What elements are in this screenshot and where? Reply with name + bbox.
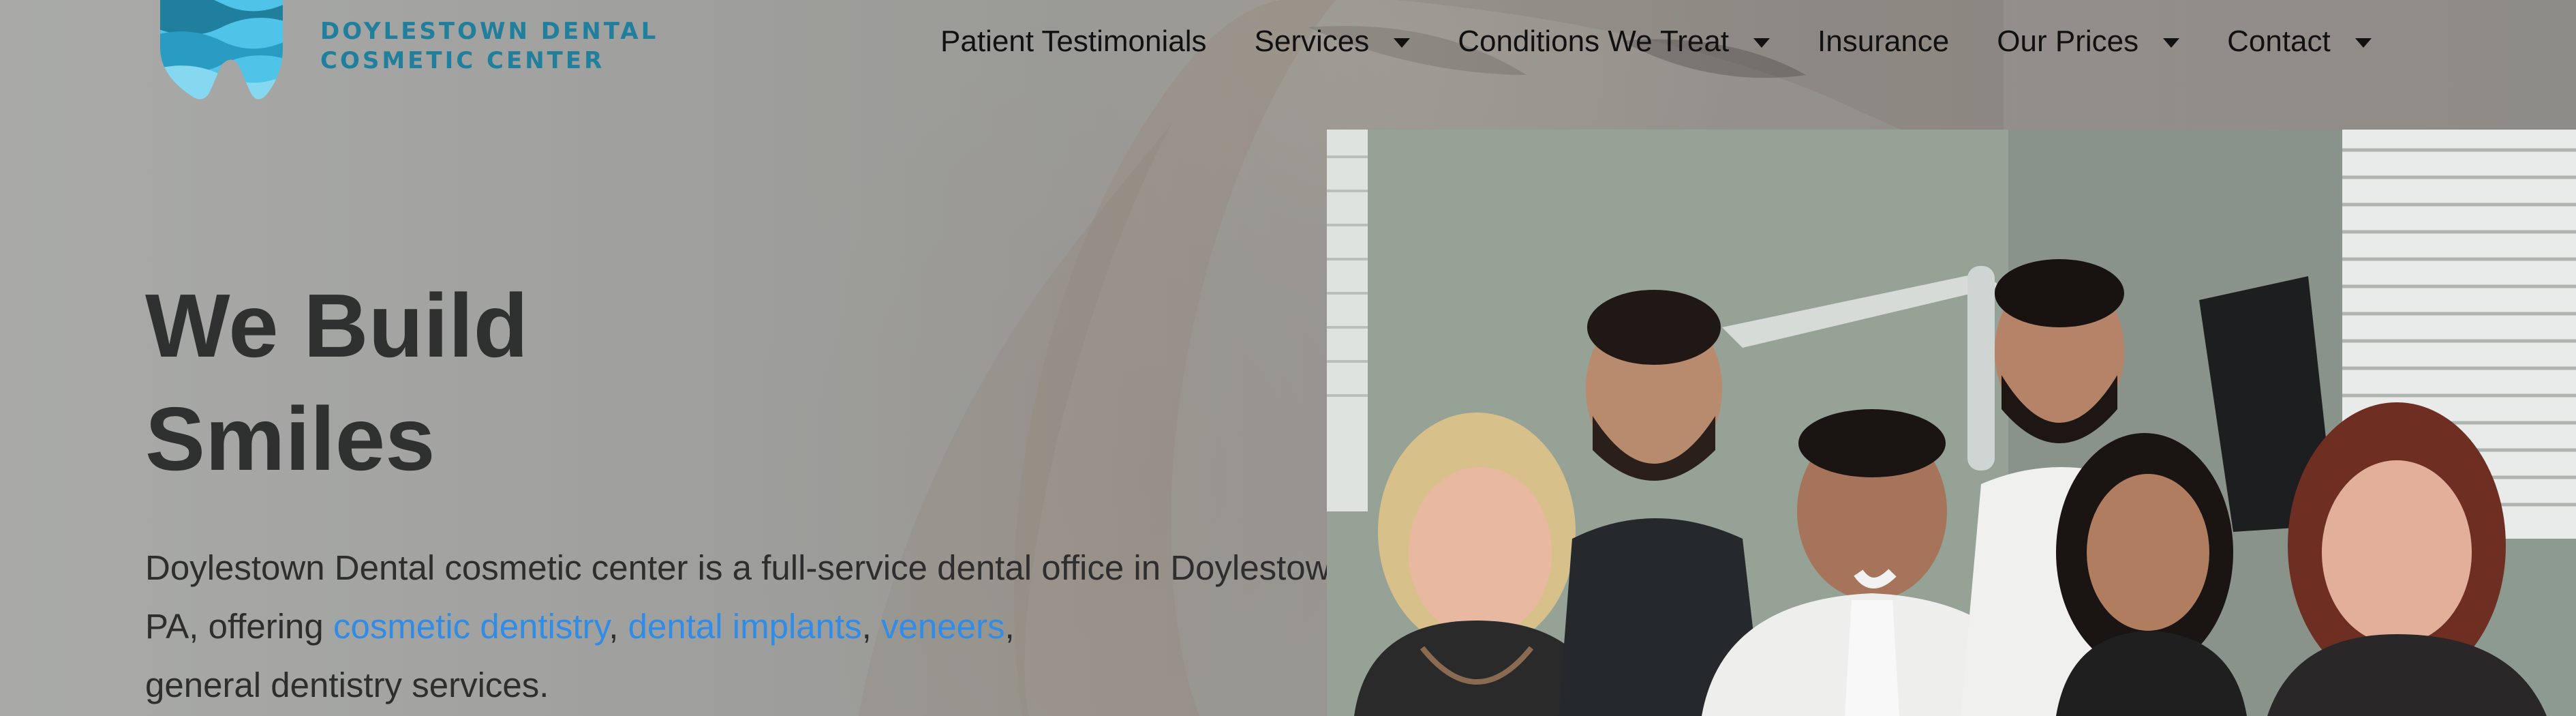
dental-implants-link[interactable]: dental implants	[628, 607, 862, 646]
caret-down-icon	[2163, 38, 2180, 48]
nav-item-insurance[interactable]: Insurance	[1818, 25, 1949, 59]
brand-name-line2: COSMETIC CENTER	[320, 46, 605, 74]
nav-item-services[interactable]: Services	[1255, 25, 1411, 59]
nav-item-label: Contact	[2227, 25, 2331, 58]
main-nav: Patient Testimonials Services Conditions…	[940, 19, 2372, 64]
hero-title: We Build Smiles	[145, 269, 758, 496]
caret-down-icon	[1753, 38, 1770, 48]
caret-down-icon	[1394, 38, 1411, 48]
hero-description: Doylestown Dental cosmetic center is a f…	[145, 539, 1385, 715]
separator: ,	[861, 607, 882, 646]
cosmetic-dentistry-link[interactable]: cosmetic dentistry	[333, 607, 609, 646]
nav-item-contact[interactable]: Contact	[2227, 25, 2372, 59]
hero-title-line2: Smiles	[145, 389, 435, 489]
separator: ,	[609, 607, 628, 646]
caret-down-icon	[2355, 38, 2372, 48]
hero-desc-text-end: general dentistry services.	[145, 666, 549, 704]
team-photo-image-icon	[1327, 130, 2576, 716]
nav-item-label: Conditions We Treat	[1458, 25, 1730, 58]
team-photo	[1327, 130, 2576, 716]
brand-name-line1: DOYLESTOWN DENTAL	[320, 18, 659, 45]
nav-item-label: Services	[1254, 25, 1370, 58]
nav-item-conditions-we-treat[interactable]: Conditions We Treat	[1458, 25, 1770, 59]
nav-item-label: Patient Testimonials	[940, 25, 1207, 58]
tooth-waves-logo-icon	[160, 0, 283, 100]
veneers-link[interactable]: veneers	[881, 607, 1005, 646]
nav-item-label: Our Prices	[1997, 25, 2139, 58]
hero-title-line1: We Build	[145, 275, 529, 376]
separator: ,	[1005, 607, 1015, 646]
nav-item-patient-testimonials[interactable]: Patient Testimonials	[940, 25, 1207, 59]
nav-item-label: Insurance	[1818, 25, 1950, 58]
site-logo[interactable]: DOYLESTOWN DENTAL COSMETIC CENTER	[147, 0, 658, 106]
nav-item-our-prices[interactable]: Our Prices	[1997, 25, 2180, 59]
